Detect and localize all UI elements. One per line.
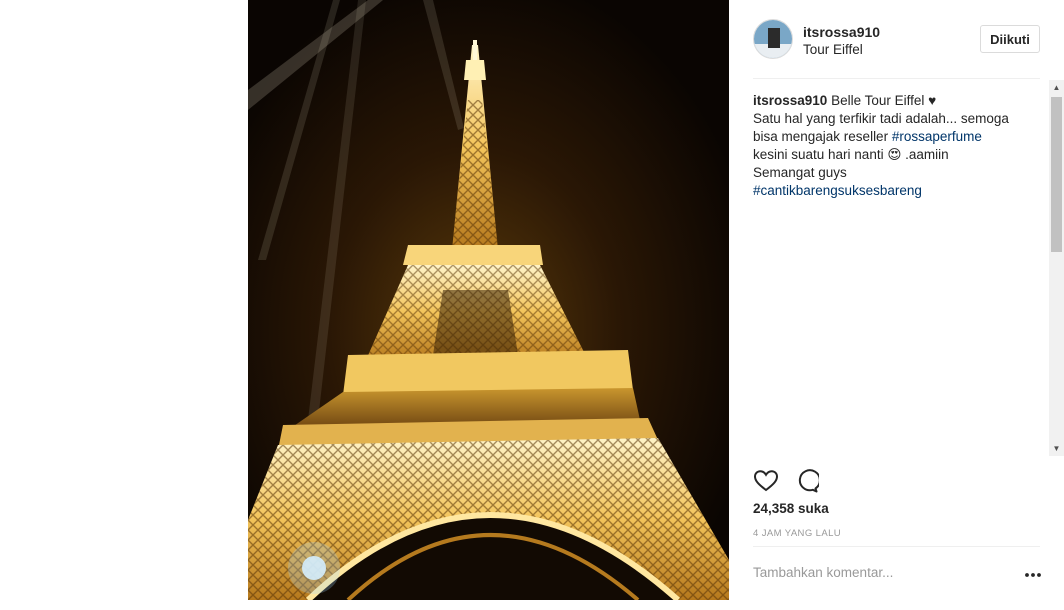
comment-bubble-icon[interactable]	[793, 468, 821, 494]
caption-text: kesini suatu hari nanti 😍 .aamiin	[753, 147, 949, 162]
more-options-icon[interactable]	[1023, 568, 1043, 580]
caption-text: Satu hal yang terfikir tadi adalah... se…	[753, 111, 1009, 126]
scroll-thumb[interactable]	[1051, 97, 1062, 252]
caption-username[interactable]: itsrossa910	[753, 93, 827, 108]
caption-text: Belle Tour Eiffel ♥	[827, 93, 937, 108]
divider	[753, 546, 1040, 547]
scroll-down-arrow-icon[interactable]: ▼	[1049, 441, 1064, 456]
post-timestamp[interactable]: 4 JAM YANG LALU	[753, 528, 841, 539]
post-header: itsrossa910 Tour Eiffel Diikuti	[729, 0, 1064, 78]
post-username[interactable]: itsrossa910	[803, 24, 880, 40]
likes-count[interactable]: 24,358 suka	[753, 501, 829, 516]
comment-input[interactable]: Tambahkan komentar...	[753, 565, 1003, 580]
scroll-up-arrow-icon[interactable]: ▲	[1049, 80, 1064, 95]
caption-text: bisa mengajak reseller	[753, 129, 892, 144]
post-caption: itsrossa910 Belle Tour Eiffel ♥ Satu hal…	[753, 92, 1021, 200]
post-side-panel: itsrossa910 Tour Eiffel Diikuti itsrossa…	[729, 0, 1064, 610]
hashtag-link[interactable]: #cantikbarengsuksesbareng	[753, 183, 922, 198]
hashtag-link[interactable]: #rossaperfume	[892, 129, 982, 144]
avatar[interactable]	[753, 19, 793, 59]
heart-icon[interactable]	[753, 468, 779, 494]
post-photo[interactable]	[248, 0, 729, 600]
comments-scrollbar[interactable]: ▲ ▼	[1049, 80, 1064, 456]
divider	[753, 78, 1040, 79]
post-location[interactable]: Tour Eiffel	[803, 42, 863, 57]
following-button[interactable]: Diikuti	[980, 25, 1040, 53]
caption-text: Semangat guys	[753, 165, 847, 180]
